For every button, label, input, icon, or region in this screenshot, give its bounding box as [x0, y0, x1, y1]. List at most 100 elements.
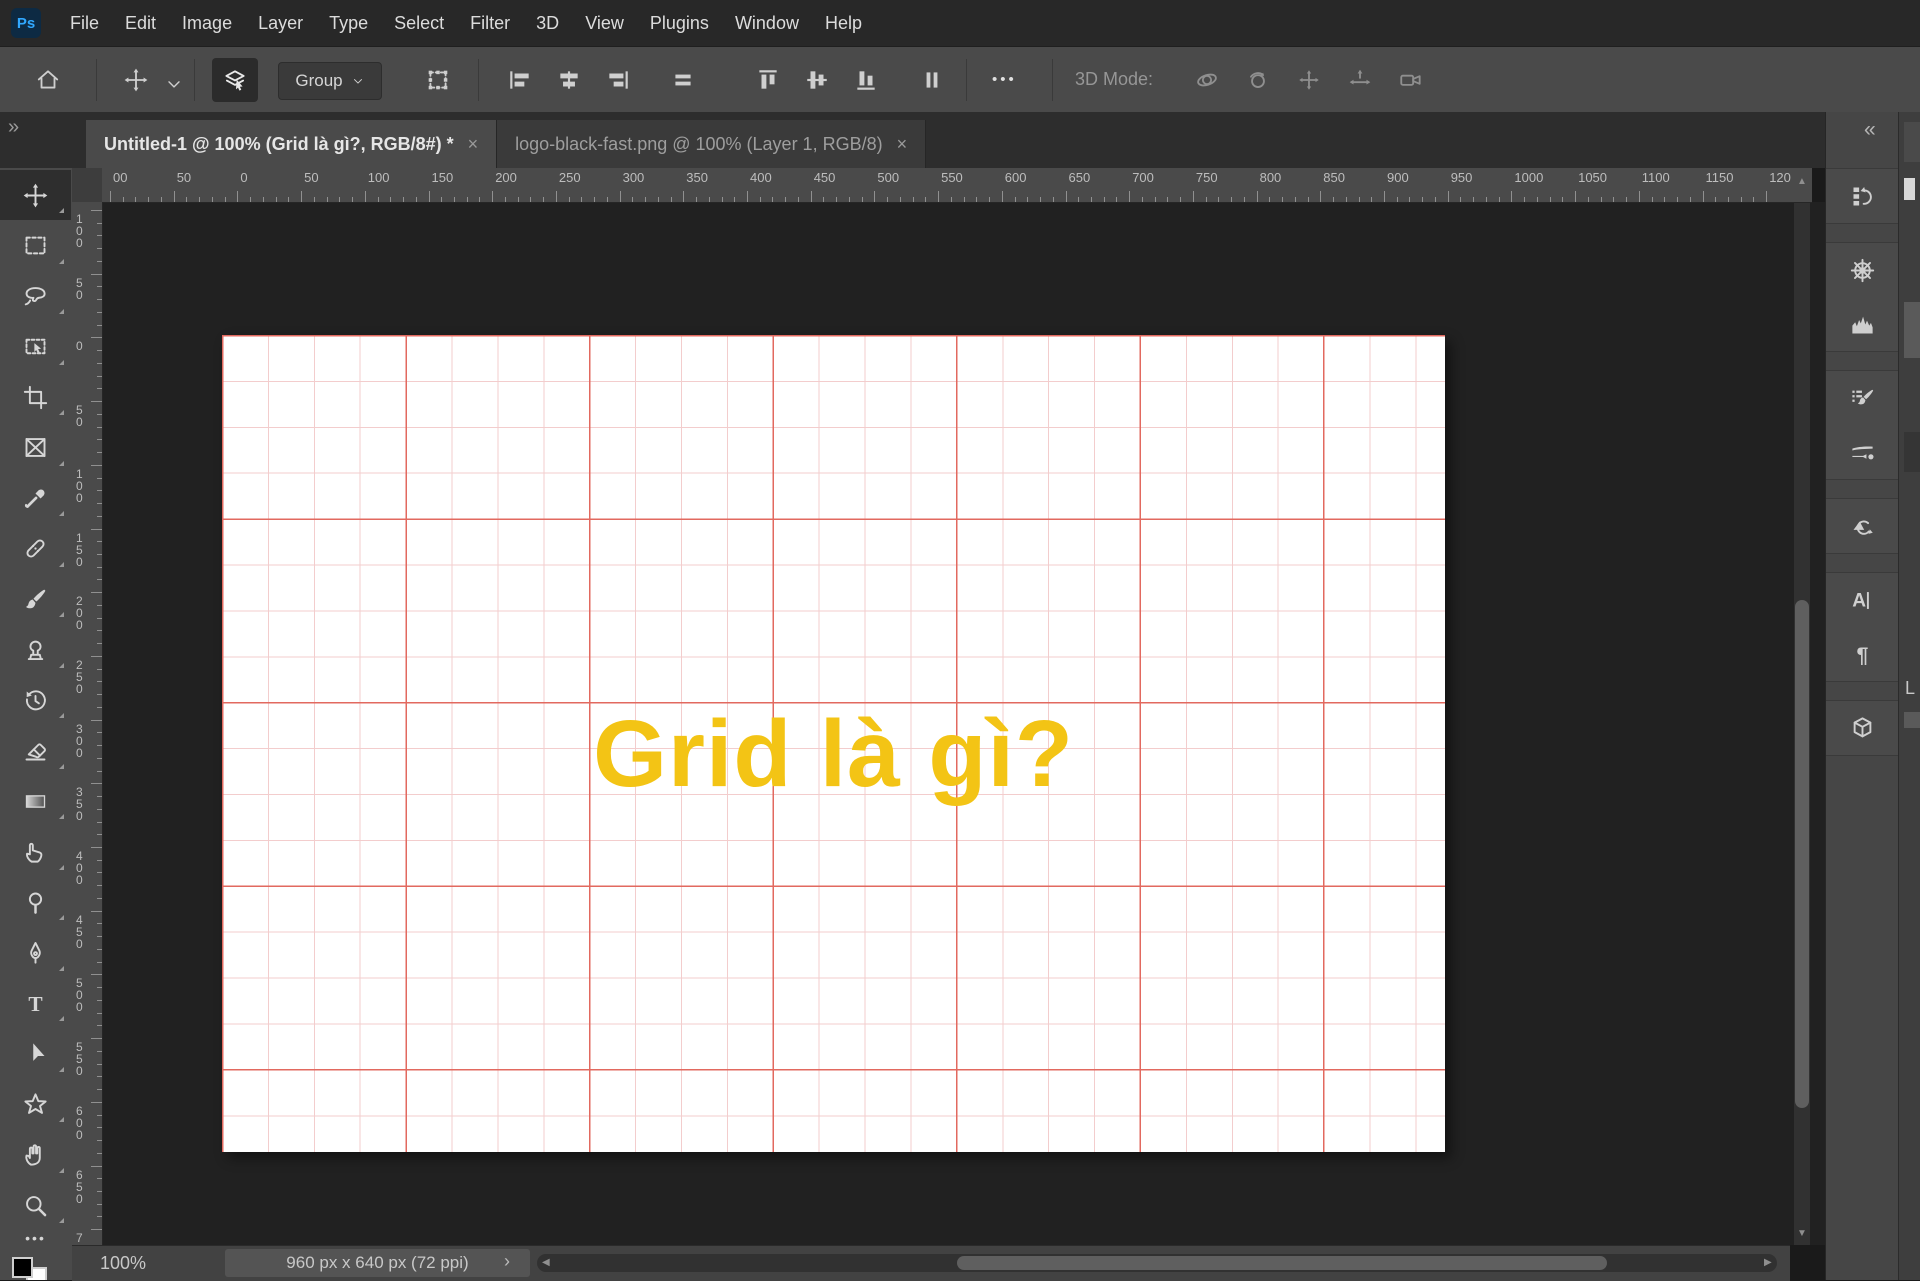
eraser-tool[interactable] — [0, 726, 71, 776]
3d-orbit-icon[interactable] — [1192, 66, 1222, 94]
color-swatches[interactable] — [0, 1245, 72, 1280]
ruler-minor-tick — [161, 197, 162, 202]
tab-close-icon[interactable]: × — [468, 134, 479, 155]
horizontal-scrollbar-thumb[interactable] — [957, 1256, 1607, 1270]
zoom-tool[interactable] — [0, 1180, 71, 1230]
3d-panel-icon[interactable] — [1826, 701, 1898, 755]
crop-tool[interactable] — [0, 372, 71, 422]
custom-shape-tool[interactable] — [0, 1079, 71, 1129]
group-dropdown-label: Group — [295, 71, 342, 91]
align-bottom-icon[interactable] — [851, 66, 881, 94]
menu-item-window[interactable]: Window — [722, 0, 812, 46]
scroll-left-arrow[interactable]: ◀ — [542, 1257, 550, 1268]
3d-roll-icon[interactable] — [1243, 66, 1273, 94]
auto-select-layers-button[interactable] — [212, 58, 258, 102]
document-info-field[interactable]: 960 px x 640 px (72 ppi) — [225, 1249, 530, 1277]
menu-item-layer[interactable]: Layer — [245, 0, 316, 46]
align-top-icon[interactable] — [753, 66, 783, 94]
doc-info-chevron[interactable]: › — [504, 1251, 510, 1272]
ruler-label: 4 5 0 — [76, 914, 83, 950]
document-tab-2[interactable]: logo-black-fast.png @ 100% (Layer 1, RGB… — [497, 120, 926, 168]
home-icon[interactable] — [34, 66, 62, 94]
rectangular-marquee-tool[interactable] — [0, 221, 71, 271]
distribute-v-icon[interactable] — [668, 66, 698, 94]
menu-item-plugins[interactable]: Plugins — [637, 0, 722, 46]
type-tool[interactable]: T — [0, 978, 71, 1028]
divider — [1052, 59, 1053, 101]
brush-settings-panel-icon[interactable] — [1826, 371, 1898, 425]
menu-item-type[interactable]: Type — [316, 0, 381, 46]
move-tool[interactable] — [0, 170, 71, 220]
ruler-tick — [91, 1166, 102, 1167]
brush-tool[interactable] — [0, 574, 71, 624]
ruler-minor-tick — [97, 1178, 102, 1179]
clone-stamp-tool[interactable] — [0, 625, 71, 675]
frame-tool[interactable] — [0, 423, 71, 473]
brushes-panel-icon[interactable] — [1826, 425, 1898, 479]
menu-item-select[interactable]: Select — [381, 0, 457, 46]
scroll-down-arrow[interactable]: ▼ — [1797, 1228, 1807, 1239]
ruler-minor-tick — [1269, 197, 1270, 202]
auto-select-target-dropdown[interactable]: Group — [278, 62, 382, 100]
lasso-tool[interactable] — [0, 271, 71, 321]
menu-item-help[interactable]: Help — [812, 0, 875, 46]
tab-close-icon[interactable]: × — [897, 134, 908, 155]
ruler-minor-tick — [925, 197, 926, 202]
object-selection-tool[interactable] — [0, 322, 71, 372]
ruler-tick — [91, 847, 102, 848]
gradient-tool[interactable] — [0, 776, 71, 826]
3d-camera-icon[interactable] — [1396, 66, 1426, 94]
pen-tool[interactable] — [0, 928, 71, 978]
distribute-h-icon[interactable] — [917, 66, 947, 94]
hand-tool[interactable] — [0, 1130, 71, 1180]
tab-overflow-left-button[interactable]: » — [8, 116, 19, 139]
ruler-tick — [1257, 191, 1258, 202]
navigator-panel-icon[interactable] — [1826, 243, 1898, 297]
menu-item-3d[interactable]: 3D — [523, 0, 572, 46]
ruler-minor-tick — [1053, 197, 1054, 202]
menu-item-filter[interactable]: Filter — [457, 0, 523, 46]
align-right-icon[interactable] — [603, 66, 633, 94]
foreground-color-swatch[interactable] — [12, 1257, 33, 1278]
menu-item-view[interactable]: View — [572, 0, 637, 46]
show-transform-controls-icon[interactable] — [424, 66, 452, 94]
align-left-icon[interactable] — [505, 66, 535, 94]
smudge-tool[interactable] — [0, 827, 71, 877]
zoom-level-field[interactable]: 100% — [100, 1253, 146, 1274]
ruler-minor-tick — [390, 197, 391, 202]
menu-item-image[interactable]: Image — [169, 0, 245, 46]
dodge-tool[interactable] — [0, 877, 71, 927]
svg-text:T: T — [28, 991, 42, 1015]
history-panel-icon[interactable] — [1826, 169, 1898, 223]
collapse-panels-button[interactable]: « — [1864, 118, 1876, 142]
ruler-minor-tick — [976, 197, 977, 202]
move-tool-icon[interactable] — [122, 66, 150, 94]
document-canvas[interactable]: Grid là gì? — [222, 335, 1445, 1152]
path-selection-tool[interactable] — [0, 1029, 71, 1079]
clone-source-panel-icon[interactable] — [1826, 499, 1898, 553]
ruler-tick — [1129, 191, 1130, 202]
scroll-right-arrow[interactable]: ▶ — [1764, 1257, 1772, 1268]
scroll-up-arrow[interactable]: ▲ — [1797, 176, 1807, 187]
edit-toolbar-button[interactable]: ••• — [0, 1230, 71, 1246]
align-center-h-icon[interactable] — [554, 66, 584, 94]
chevron-down-icon[interactable] — [160, 70, 188, 98]
partial-panel-column: L — [1898, 112, 1920, 1280]
paragraph-panel-icon[interactable]: ¶ — [1826, 627, 1898, 681]
align-middle-icon[interactable] — [802, 66, 832, 94]
more-options-button[interactable]: ••• — [992, 71, 1017, 88]
spot-healing-brush-tool[interactable] — [0, 524, 71, 574]
vertical-scrollbar-thumb[interactable] — [1795, 600, 1809, 1108]
character-panel-icon[interactable]: A — [1826, 573, 1898, 627]
document-tab-1[interactable]: Untitled-1 @ 100% (Grid là gì?, RGB/8#) … — [86, 120, 497, 168]
history-brush-tool[interactable] — [0, 675, 71, 725]
eyedropper-tool[interactable] — [0, 473, 71, 523]
ruler-minor-tick — [1308, 197, 1309, 202]
3d-pan-icon[interactable] — [1294, 66, 1324, 94]
menu-item-edit[interactable]: Edit — [112, 0, 169, 46]
3d-slide-icon[interactable] — [1345, 66, 1375, 94]
menu-item-file[interactable]: File — [57, 0, 112, 46]
partial-panel-item — [1904, 712, 1920, 728]
ruler-minor-tick — [836, 197, 837, 202]
histogram-panel-icon[interactable] — [1826, 297, 1898, 351]
